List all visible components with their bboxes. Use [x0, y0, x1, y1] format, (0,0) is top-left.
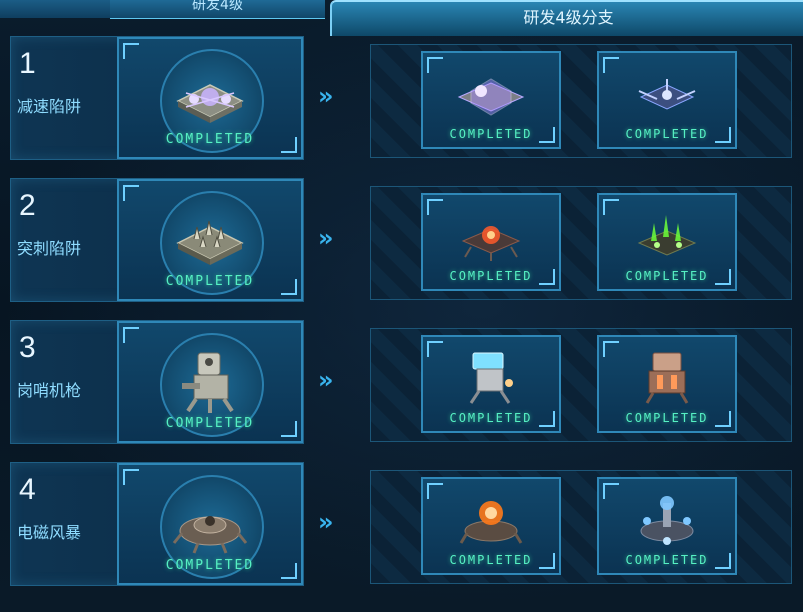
- trap-name: 岗哨机枪: [17, 381, 82, 400]
- status-completed: COMPLETED: [449, 127, 533, 141]
- toxic-spike-trap-icon: [637, 215, 697, 256]
- research-row-3: 3 岗哨机枪 COMPLETED » COMPLETED COMPLETED: [0, 320, 803, 462]
- tesla-emp-icon: [640, 496, 694, 545]
- status-completed: COMPLETED: [165, 132, 255, 147]
- heavy-sentry-icon: [645, 352, 689, 404]
- status-completed: COMPLETED: [625, 127, 709, 141]
- level-panel: 3 岗哨机枪 COMPLETED: [10, 320, 304, 444]
- status-completed: COMPLETED: [625, 269, 709, 283]
- hex-shield-trap-icon: [457, 78, 525, 116]
- branch-unit-card[interactable]: COMPLETED: [421, 335, 561, 433]
- branch-arrow-icon: »: [318, 224, 333, 252]
- branch-arrow-icon: »: [318, 366, 333, 394]
- fire-spike-trap-icon: [461, 226, 521, 261]
- row-number: 3: [19, 331, 36, 364]
- branch-unit-card[interactable]: COMPLETED: [421, 193, 561, 291]
- branch-panel: COMPLETED COMPLETED: [370, 186, 792, 300]
- trap-name: 电磁风暴: [17, 523, 82, 542]
- status-completed: COMPLETED: [165, 416, 255, 431]
- status-completed: COMPLETED: [625, 553, 709, 567]
- level-panel: 1 减速陷阱 COMPLETED: [10, 36, 304, 160]
- research-row-2: 2 突刺陷阱 COMPLETED » COMPLETED COMPLETED: [0, 178, 803, 320]
- branch-unit-card[interactable]: COMPLETED: [421, 477, 561, 575]
- branch-unit-card[interactable]: COMPLETED: [597, 477, 737, 575]
- slow-trap-icon: [176, 84, 244, 123]
- row-number: 2: [19, 189, 36, 222]
- branch-arrow-icon: »: [318, 82, 333, 110]
- level-panel: 2 突刺陷阱 COMPLETED: [10, 178, 304, 302]
- branch-arrow-icon: »: [318, 508, 333, 536]
- branch-panel: COMPLETED COMPLETED: [370, 328, 792, 442]
- branch-panel: COMPLETED COMPLETED: [370, 470, 792, 584]
- fire-emp-icon: [459, 501, 523, 544]
- ice-sentry-icon: [469, 352, 513, 404]
- main-unit-card[interactable]: COMPLETED: [117, 179, 303, 301]
- emp-storm-icon: [172, 516, 248, 554]
- row-number: 1: [19, 47, 36, 80]
- trap-name: 减速陷阱: [17, 97, 82, 116]
- main-unit-card[interactable]: COMPLETED: [117, 463, 303, 585]
- research-row-4: 4 电磁风暴 COMPLETED » COMPLETED COMPLETED: [0, 462, 803, 604]
- branch-unit-card[interactable]: COMPLETED: [597, 193, 737, 291]
- status-completed: COMPLETED: [449, 553, 533, 567]
- branch-unit-card[interactable]: COMPLETED: [597, 335, 737, 433]
- header-tab-branches[interactable]: 研发4级分支: [330, 0, 803, 36]
- status-completed: COMPLETED: [165, 274, 255, 289]
- level-panel: 4 电磁风暴 COMPLETED: [10, 462, 304, 586]
- status-completed: COMPLETED: [449, 269, 533, 283]
- row-number: 4: [19, 473, 36, 506]
- main-unit-card[interactable]: COMPLETED: [117, 37, 303, 159]
- status-completed: COMPLETED: [449, 411, 533, 425]
- branch-unit-card[interactable]: COMPLETED: [597, 51, 737, 149]
- status-completed: COMPLETED: [165, 558, 255, 573]
- status-completed: COMPLETED: [625, 411, 709, 425]
- trap-name: 突刺陷阱: [17, 239, 82, 258]
- drone-trap-icon: [638, 79, 696, 110]
- header-tab-research-level[interactable]: 研发4级: [110, 0, 325, 19]
- sentry-gun-icon: [182, 352, 234, 413]
- branch-unit-card[interactable]: COMPLETED: [421, 51, 561, 149]
- header-tab-left[interactable]: [0, 0, 111, 18]
- branch-panel: COMPLETED COMPLETED: [370, 44, 792, 158]
- main-unit-card[interactable]: COMPLETED: [117, 321, 303, 443]
- research-row-1: 1 减速陷阱 COMPLETED » COMPLETED COMPLETED: [0, 36, 803, 178]
- spike-trap-icon: [176, 220, 244, 265]
